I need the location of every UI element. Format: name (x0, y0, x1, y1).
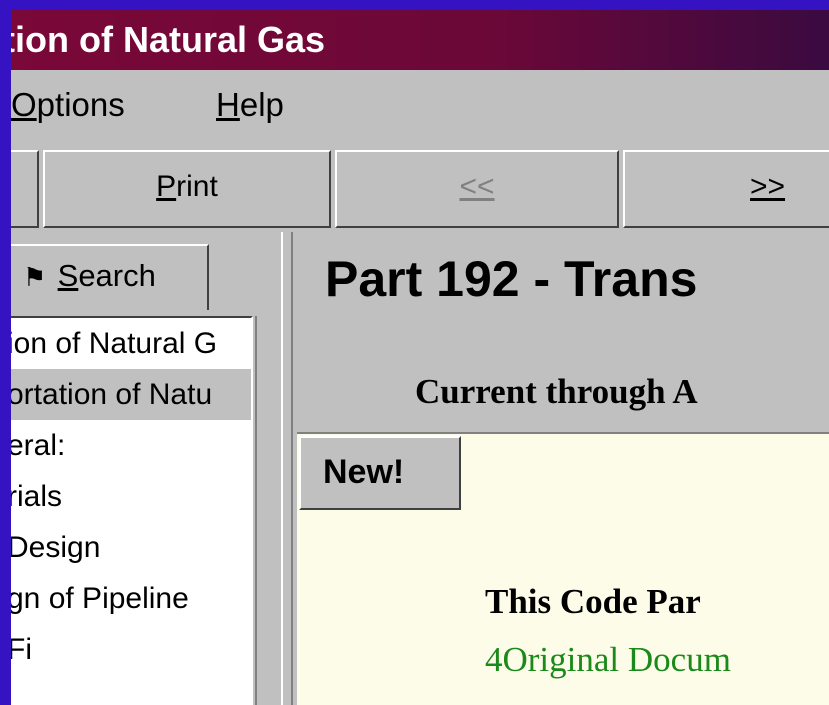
navigation-pane: ⚑ Search ion of Natural G ortation of Na… (11, 232, 286, 705)
forward-button[interactable]: >> (623, 150, 829, 228)
list-item[interactable]: ortation of Natu (11, 369, 251, 420)
search-tab-label: earch (78, 258, 156, 293)
outer-frame-top (0, 0, 829, 10)
document-area: New! This Code Par 4Original Docum (297, 432, 829, 705)
list-scrollbar[interactable] (255, 316, 277, 705)
menu-bar: Options Help (11, 72, 829, 140)
menu-help[interactable]: Help (216, 86, 284, 124)
back-label: << (459, 170, 495, 203)
menu-help-label: elp (239, 86, 284, 123)
title-bar[interactable]: tion of Natural Gas (11, 10, 829, 70)
print-label: rint (176, 170, 218, 203)
original-document-link[interactable]: 4Original Docum (485, 640, 731, 680)
menu-options[interactable]: Options (11, 86, 125, 124)
toolbar-button-partial[interactable] (11, 150, 39, 228)
new-button[interactable]: New! (299, 436, 461, 510)
forward-label: >> (750, 170, 786, 203)
outer-frame-left (0, 0, 11, 705)
binoculars-icon: ⚑ (23, 262, 47, 292)
topic-list[interactable]: ion of Natural G ortation of Natu eral: … (11, 316, 253, 705)
pane-splitter[interactable] (281, 232, 293, 705)
tab-search[interactable]: ⚑ Search (11, 244, 209, 310)
list-item[interactable]: gn of Pipeline (11, 573, 251, 624)
page-subtitle: Current through A (415, 372, 698, 411)
print-button[interactable]: Print (43, 150, 331, 228)
window-title: tion of Natural Gas (11, 19, 326, 60)
list-item[interactable]: Design (11, 522, 251, 573)
menu-options-mnemonic: O (11, 86, 37, 123)
list-item[interactable]: Fi (11, 624, 251, 675)
print-mnemonic: P (156, 170, 177, 203)
toolbar: Print << >> (11, 150, 829, 230)
search-tab-mnemonic: S (57, 258, 79, 293)
page-title: Part 192 - Trans (325, 251, 698, 307)
menu-options-label: ptions (36, 86, 125, 123)
menu-help-mnemonic: H (216, 86, 240, 123)
list-item[interactable]: eral: (11, 420, 251, 471)
content-pane: Part 192 - Trans Current through A New! … (297, 232, 829, 705)
app-window: tion of Natural Gas Options Help Print <… (11, 10, 829, 705)
list-item[interactable]: ion of Natural G (11, 318, 251, 369)
list-item[interactable]: rials (11, 471, 251, 522)
back-button[interactable]: << (335, 150, 619, 228)
document-title: This Code Par (485, 582, 701, 621)
